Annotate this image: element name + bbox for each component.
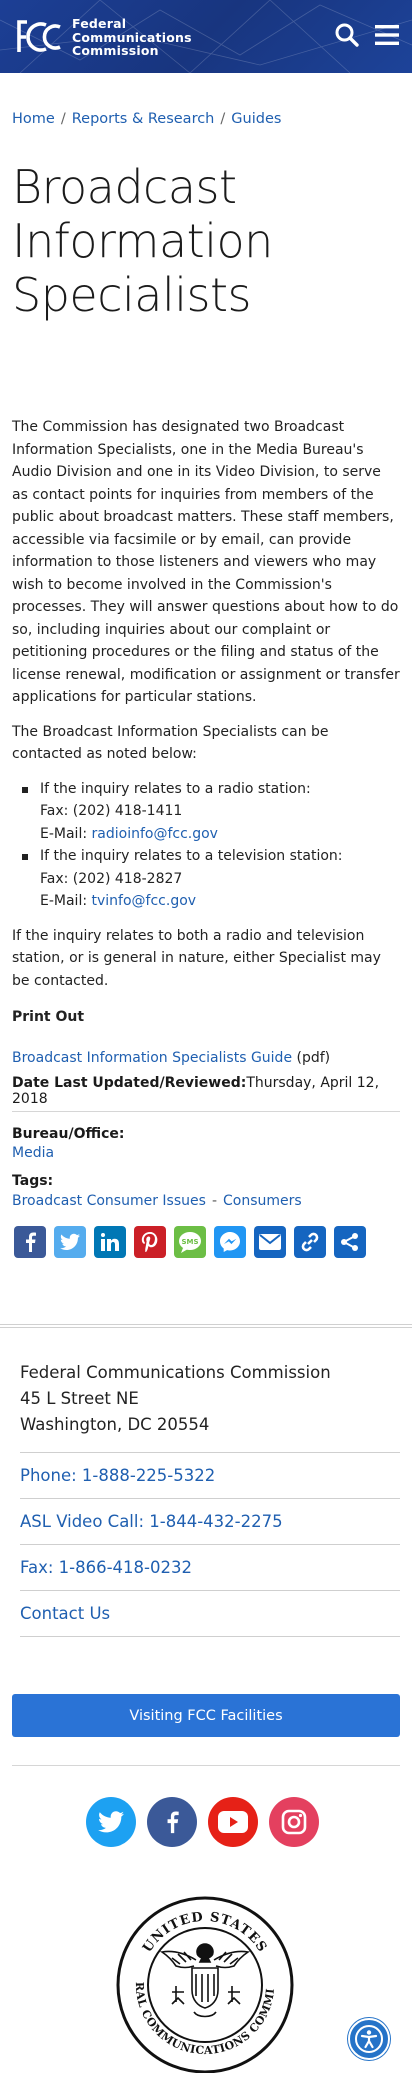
radio-fax: Fax: (202) 418-1411 (40, 803, 183, 819)
tv-email-link[interactable]: tvinfo@fcc.gov (92, 893, 197, 909)
radio-email-line: E-Mail: radioinfo@fcc.gov (40, 823, 400, 846)
facebook-icon[interactable] (147, 1797, 197, 1847)
search-icon[interactable] (334, 22, 360, 48)
twitter-icon[interactable] (86, 1797, 136, 1847)
contact-list: If the inquiry relates to a radio statio… (12, 778, 400, 913)
page-title: Broadcast Information Specialists (12, 160, 273, 322)
guide-line: Broadcast Information Specialists Guide … (12, 1047, 400, 1070)
twitter-share-icon[interactable] (54, 1226, 86, 1258)
fcc-logo-icon (17, 20, 61, 53)
footer-city: Washington, DC 20554 (20, 1415, 210, 1434)
both-paragraph: If the inquiry relates to both a radio a… (12, 927, 381, 989)
intro-paragraph: The Commission has designated two Broadc… (12, 419, 400, 705)
print-out-heading: Print Out (12, 1009, 85, 1025)
footer-phone-link[interactable]: Phone: 1-888-225-5322 (20, 1453, 400, 1499)
messenger-share-icon[interactable] (214, 1226, 246, 1258)
tags-label: Tags: (12, 1173, 54, 1189)
contact-item-radio: If the inquiry relates to a radio statio… (12, 778, 400, 846)
site-header: Federal Communications Commission (0, 0, 412, 73)
breadcrumb-separator: / (60, 111, 66, 127)
tv-email-label: E-Mail: (40, 893, 92, 909)
bureau-link-media[interactable]: Media (12, 1145, 400, 1161)
footer-divider (0, 1324, 412, 1328)
footer-street: 45 L Street NE (20, 1389, 139, 1408)
breadcrumb-home[interactable]: Home (12, 111, 55, 127)
menu-icon[interactable] (374, 23, 400, 47)
breadcrumb: Home / Reports & Research / Guides (12, 111, 281, 127)
more-share-icon[interactable] (334, 1226, 366, 1258)
bureau-label: Bureau/Office: (12, 1126, 125, 1142)
last-updated-label: Date Last Updated/Reviewed: (12, 1075, 247, 1091)
footer-rule (12, 1765, 400, 1766)
guide-pdf-suffix: (pdf) (292, 1049, 331, 1066)
tv-fax: Fax: (202) 418-2827 (40, 870, 183, 887)
org-name-line2: Communications (72, 29, 192, 45)
fcc-seal: UNITED STATES FEDERAL COMMUNICATIONS COM… (116, 1896, 294, 2073)
tag-separator: - (211, 1193, 217, 1209)
last-updated: Date Last Updated/Reviewed:Thursday, Apr… (12, 1075, 400, 1112)
site-footer: Federal Communications Commission 45 L S… (20, 1360, 400, 1637)
footer-org-name: Federal Communications Commission (20, 1363, 331, 1382)
footer-fax-link[interactable]: Fax: 1-866-418-0232 (20, 1545, 400, 1591)
tags-list: Broadcast Consumer Issues - Consumers (12, 1193, 400, 1209)
org-name-line1: Federal (72, 16, 127, 31)
page-meta: Date Last Updated/Reviewed:Thursday, Apr… (12, 1075, 400, 1209)
article-body: The Commission has designated two Broadc… (12, 416, 400, 1069)
social-links (86, 1797, 319, 1847)
contact-intro: The Broadcast Information Specialists ca… (12, 723, 329, 763)
pinterest-share-icon[interactable] (134, 1226, 166, 1258)
share-bar: SMS (14, 1226, 366, 1258)
tv-email-line: E-Mail: tvinfo@fcc.gov (40, 890, 400, 913)
breadcrumb-guides[interactable]: Guides (231, 111, 281, 127)
facebook-share-icon[interactable] (14, 1226, 46, 1258)
svg-text:SMS: SMS (181, 1238, 198, 1246)
org-name-line3: Commission (72, 43, 159, 58)
breadcrumb-separator: / (220, 111, 226, 127)
accessibility-icon[interactable] (348, 2018, 390, 2060)
guide-pdf-link[interactable]: Broadcast Information Specialists Guide (12, 1050, 292, 1066)
tv-heading: If the inquiry relates to a television s… (40, 848, 343, 864)
radio-email-link[interactable]: radioinfo@fcc.gov (92, 826, 218, 842)
contact-item-tv: If the inquiry relates to a television s… (12, 845, 400, 913)
radio-heading: If the inquiry relates to a radio statio… (40, 780, 311, 797)
linkedin-share-icon[interactable] (94, 1226, 126, 1258)
footer-contact-link[interactable]: Contact Us (20, 1591, 400, 1637)
copy-link-share-icon[interactable] (294, 1226, 326, 1258)
breadcrumb-reports-research[interactable]: Reports & Research (72, 111, 215, 127)
instagram-icon[interactable] (269, 1797, 319, 1847)
youtube-icon[interactable] (208, 1797, 258, 1847)
org-name: Federal Communications Commission (72, 17, 192, 58)
footer-address: Federal Communications Commission 45 L S… (20, 1360, 400, 1453)
email-share-icon[interactable] (254, 1226, 286, 1258)
sms-share-icon[interactable]: SMS (174, 1226, 206, 1258)
fcc-home-logo[interactable]: Federal Communications Commission (16, 17, 192, 58)
visiting-fcc-facilities-button[interactable]: Visiting FCC Facilities (12, 1694, 400, 1737)
radio-email-label: E-Mail: (40, 825, 92, 842)
tag-consumers[interactable]: Consumers (223, 1193, 302, 1209)
footer-asl-link[interactable]: ASL Video Call: 1-844-432-2275 (20, 1499, 400, 1545)
tag-broadcast-consumer-issues[interactable]: Broadcast Consumer Issues (12, 1193, 206, 1209)
